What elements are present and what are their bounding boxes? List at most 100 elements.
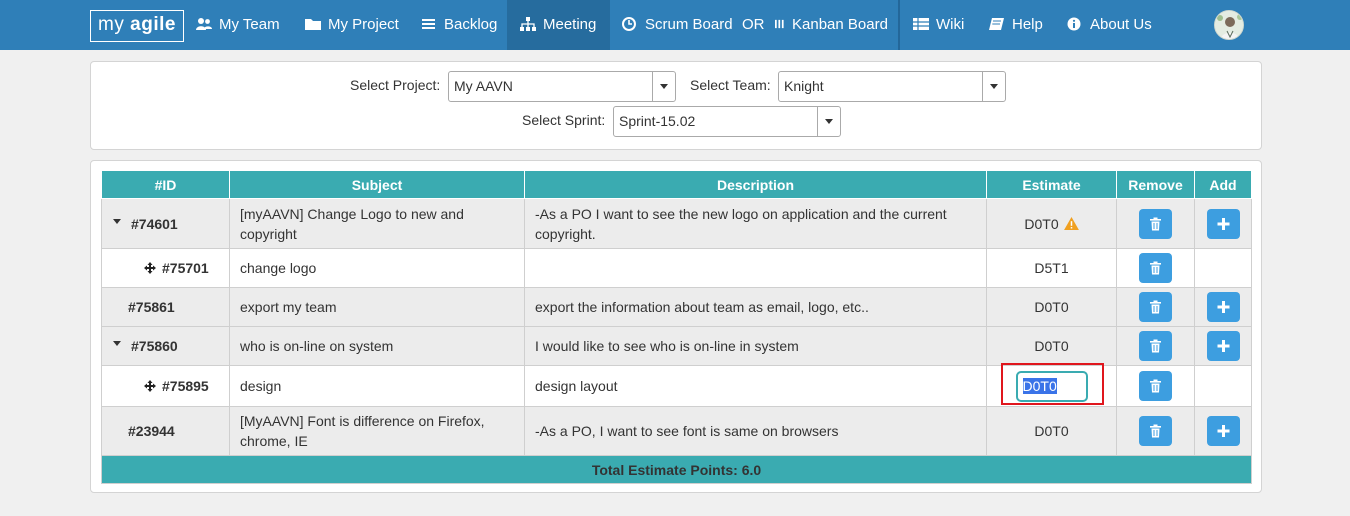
description-cell: -As a PO, I want to see font is same on … xyxy=(524,406,987,456)
project-select-value: My AAVN xyxy=(454,78,513,94)
trash-icon xyxy=(1150,339,1161,353)
move-icon[interactable] xyxy=(144,380,156,392)
chevron-down-icon xyxy=(817,107,840,136)
estimate-value[interactable]: D0T0 xyxy=(1034,423,1068,439)
plus-icon xyxy=(1217,301,1229,313)
story-id-link[interactable]: #75895 xyxy=(162,378,209,394)
estimate-cell[interactable]: D5T1 xyxy=(986,248,1117,288)
add-cell xyxy=(1194,287,1252,327)
estimate-value[interactable]: D0T0 xyxy=(1034,299,1068,315)
header-remove: Remove xyxy=(1116,170,1195,199)
subject-cell: export my team xyxy=(229,287,525,327)
subject-cell: design xyxy=(229,365,525,407)
story-id-link[interactable]: #75701 xyxy=(162,260,209,276)
plus-icon xyxy=(1217,217,1229,230)
plus-icon xyxy=(1217,425,1229,437)
estimate-input[interactable]: D0T0 xyxy=(1015,370,1088,402)
remove-button[interactable] xyxy=(1139,253,1172,283)
top-navbar: my agile My Team My Project Backlog Meet… xyxy=(0,0,1350,50)
estimate-cell[interactable]: D0T0 xyxy=(986,365,1117,407)
add-button[interactable] xyxy=(1206,416,1240,446)
sprint-label: Select Sprint: xyxy=(522,112,606,128)
app-logo[interactable]: my agile xyxy=(90,10,184,42)
add-cell xyxy=(1194,198,1252,249)
estimate-value[interactable]: D0T0 xyxy=(1024,216,1058,232)
chevron-down-icon xyxy=(652,72,675,101)
nav-backlog[interactable]: Backlog xyxy=(421,0,497,50)
list-icon xyxy=(422,19,435,29)
remove-button[interactable] xyxy=(1139,371,1172,401)
info-icon xyxy=(1067,17,1081,31)
remove-button[interactable] xyxy=(1139,416,1172,446)
team-select[interactable]: Knight xyxy=(778,71,1006,102)
trash-icon xyxy=(1150,300,1161,314)
remove-cell xyxy=(1116,198,1195,249)
user-avatar[interactable] xyxy=(1214,10,1244,40)
team-select-value: Knight xyxy=(784,78,824,94)
remove-cell xyxy=(1116,287,1195,327)
caret-down-icon[interactable] xyxy=(113,341,121,346)
sprint-select-value: Sprint-15.02 xyxy=(619,113,696,129)
remove-button[interactable] xyxy=(1139,208,1172,239)
nav-meeting[interactable]: Meeting xyxy=(507,0,610,50)
trash-icon xyxy=(1150,424,1161,438)
add-button[interactable] xyxy=(1206,331,1240,361)
nav-or-text: OR xyxy=(742,16,765,33)
estimate-cell[interactable]: D0T0 xyxy=(986,326,1117,366)
nav-help[interactable]: Help xyxy=(989,0,1043,50)
remove-cell xyxy=(1116,248,1195,288)
story-id-link[interactable]: #75861 xyxy=(128,299,175,315)
book-icon xyxy=(989,18,1004,30)
description-cell: -As a PO I want to see the new logo on a… xyxy=(524,198,987,249)
id-cell: #75860 xyxy=(101,326,230,366)
nav-kanban-board[interactable]: Kanban Board xyxy=(775,0,888,50)
story-id-link[interactable]: #74601 xyxy=(131,216,178,232)
estimate-value[interactable]: D5T1 xyxy=(1034,260,1068,276)
remove-button[interactable] xyxy=(1139,292,1172,322)
description-cell: design layout xyxy=(524,365,987,407)
remove-cell xyxy=(1116,406,1195,456)
add-cell xyxy=(1194,248,1252,288)
project-select[interactable]: My AAVN xyxy=(448,71,676,102)
nav-my-project[interactable]: My Project xyxy=(305,0,399,50)
estimate-input-selected-text: D0T0 xyxy=(1022,377,1057,394)
remove-button[interactable] xyxy=(1139,331,1172,361)
table-row: #75701 change logo D5T1 xyxy=(101,248,1252,288)
add-cell xyxy=(1194,365,1252,407)
story-id-link[interactable]: #23944 xyxy=(128,423,175,439)
nav-wiki[interactable]: Wiki xyxy=(913,0,964,50)
estimate-cell[interactable]: D0T0 xyxy=(986,287,1117,327)
id-cell: #75861 xyxy=(101,287,230,327)
table-header-row: #ID Subject Description Estimate Remove … xyxy=(101,170,1252,199)
caret-down-icon[interactable] xyxy=(113,218,121,224)
table-row: #75861 export my team export the informa… xyxy=(101,287,1252,327)
folder-icon xyxy=(305,19,321,30)
subject-cell: change logo xyxy=(229,248,525,288)
backlog-table: #ID Subject Description Estimate Remove … xyxy=(101,170,1252,484)
nav-divider xyxy=(898,0,900,50)
id-cell: #23944 xyxy=(101,406,230,456)
story-id-link[interactable]: #75860 xyxy=(131,338,178,354)
sitemap-icon xyxy=(520,17,536,31)
header-description: Description xyxy=(524,170,987,199)
nav-my-team[interactable]: My Team xyxy=(196,0,280,50)
nav-about-us[interactable]: About Us xyxy=(1067,0,1152,50)
id-cell: #75895 xyxy=(101,365,230,407)
subject-cell: [MyAAVN] Font is difference on Firefox, … xyxy=(229,406,525,456)
estimate-cell[interactable]: D0T0 xyxy=(986,198,1117,249)
add-cell xyxy=(1194,326,1252,366)
add-button[interactable] xyxy=(1206,292,1240,322)
add-cell xyxy=(1194,406,1252,456)
estimate-value[interactable]: D0T0 xyxy=(1034,338,1068,354)
table-row: #74601 [myAAVN] Change Logo to new and c… xyxy=(101,198,1252,249)
columns-icon xyxy=(775,19,784,29)
team-label: Select Team: xyxy=(690,77,771,93)
header-add: Add xyxy=(1194,170,1252,199)
add-button[interactable] xyxy=(1206,208,1240,239)
trash-icon xyxy=(1150,217,1161,230)
nav-scrum-board[interactable]: Scrum Board xyxy=(622,0,733,50)
estimate-cell[interactable]: D0T0 xyxy=(986,406,1117,456)
subject-cell: who is on-line on system xyxy=(229,326,525,366)
sprint-select[interactable]: Sprint-15.02 xyxy=(613,106,841,137)
move-icon[interactable] xyxy=(144,262,156,274)
